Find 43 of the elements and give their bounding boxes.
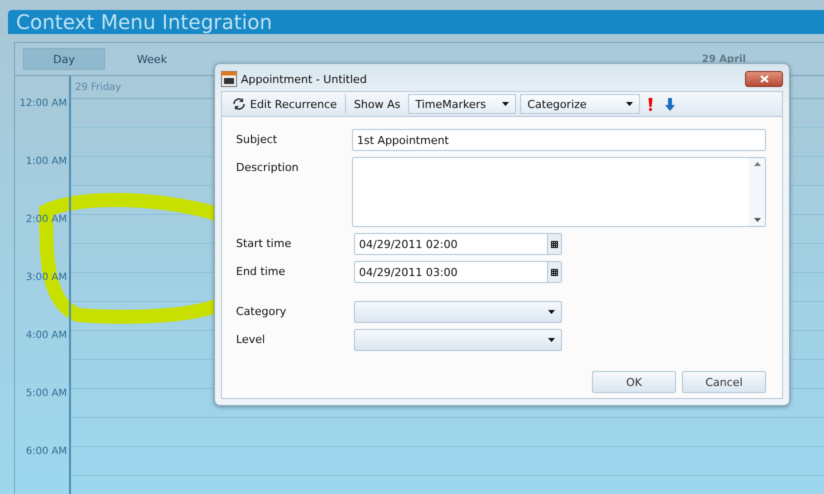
field-label: Start time bbox=[236, 236, 292, 252]
datetime-field[interactable]: 04/29/2011 02:00 bbox=[354, 233, 562, 255]
subject-field[interactable]: 1st Appointment bbox=[352, 129, 766, 151]
calendar-button[interactable] bbox=[547, 234, 561, 254]
view-tab[interactable]: Week bbox=[111, 48, 193, 70]
time-label: 6:00 AM bbox=[24, 446, 68, 459]
datetime-field[interactable]: 04/29/2011 03:00 bbox=[354, 261, 562, 283]
field-label: Description bbox=[236, 160, 300, 176]
edit-recurrence-button[interactable]: Edit Recurrence bbox=[228, 97, 341, 111]
scroll-up-icon[interactable] bbox=[754, 162, 760, 166]
time-label: 1:00 AM bbox=[24, 156, 68, 169]
calendar-icon bbox=[221, 71, 237, 87]
caret-icon bbox=[548, 338, 555, 342]
time-label: 5:00 AM bbox=[24, 388, 68, 401]
dialog-button[interactable]: OK bbox=[592, 371, 676, 393]
close-button[interactable] bbox=[745, 71, 783, 87]
close-icon bbox=[760, 75, 768, 83]
view-tab[interactable]: Day bbox=[23, 48, 105, 70]
categorize-dropdown[interactable]: Categorize bbox=[520, 94, 640, 114]
caret-icon bbox=[502, 102, 510, 106]
show-as-dropdown[interactable]: TimeMarkers bbox=[408, 94, 516, 114]
caret-icon bbox=[548, 310, 555, 314]
description-field[interactable] bbox=[352, 157, 766, 227]
dialog-button[interactable]: Cancel bbox=[682, 371, 766, 393]
calendar-icon bbox=[551, 240, 558, 248]
field-label: Subject bbox=[236, 132, 278, 148]
app-title: Context Menu Integration bbox=[16, 10, 272, 34]
caret-icon bbox=[626, 102, 634, 106]
refresh-icon bbox=[232, 97, 246, 111]
calendar-button[interactable] bbox=[547, 262, 561, 282]
dropdown-field[interactable] bbox=[354, 329, 562, 351]
field-label: Level bbox=[236, 332, 266, 348]
date-label: 29 April bbox=[702, 54, 746, 64]
time-label: 4:00 AM bbox=[24, 330, 68, 343]
exclamation-icon bbox=[648, 98, 654, 110]
dropdown-field[interactable] bbox=[354, 301, 562, 323]
down-arrow-icon bbox=[665, 98, 676, 110]
scroll-down-icon[interactable] bbox=[754, 218, 760, 222]
calendar-icon bbox=[551, 268, 558, 276]
show-as-label: Show As bbox=[352, 98, 402, 110]
field-label: Category bbox=[236, 304, 288, 320]
field-label: End time bbox=[236, 264, 286, 280]
time-label: 12:00 AM bbox=[18, 98, 68, 111]
